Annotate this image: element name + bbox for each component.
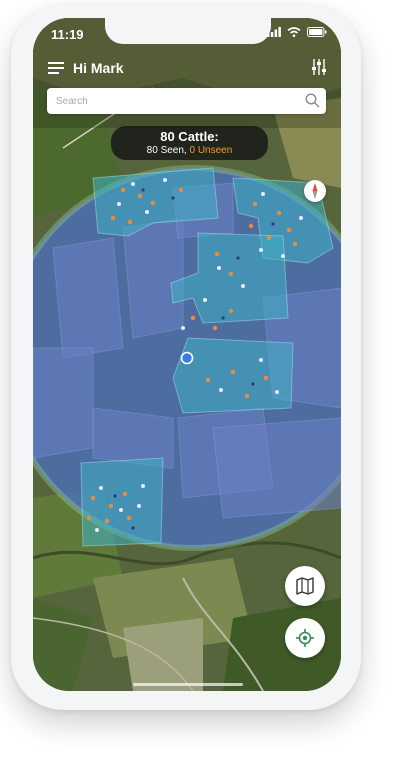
search-input[interactable] [47, 88, 296, 114]
locate-icon [296, 629, 314, 647]
map-layers-button[interactable] [285, 566, 325, 606]
map-icon [296, 577, 314, 595]
current-location-dot [180, 351, 194, 365]
cattle-summary: 80 Cattle: 80 Seen, 0 Unseen [111, 126, 268, 160]
device-notch [105, 18, 271, 44]
app-screen: 11:19 Hi Mark Search 80 Cattle: 80 Seen,… [33, 18, 341, 691]
search-icon[interactable] [305, 93, 320, 108]
cattle-status: 80 Seen, 0 Unseen [111, 145, 268, 156]
battery-icon [307, 27, 327, 37]
cattle-count: 80 Cattle: [160, 129, 219, 144]
signal-icon [267, 27, 281, 37]
home-indicator[interactable] [133, 683, 243, 686]
status-icons [267, 27, 327, 37]
compass-button[interactable] [304, 180, 326, 202]
menu-icon[interactable] [48, 62, 64, 74]
wifi-icon [287, 27, 301, 37]
search-bar[interactable] [47, 88, 326, 114]
greeting: Hi Mark [73, 60, 124, 76]
seen-count: 80 Seen, [146, 145, 187, 156]
status-time: 11:19 [51, 27, 84, 42]
compass-icon [312, 183, 318, 199]
field-central [172, 337, 294, 414]
unseen-count: 0 Unseen [189, 145, 233, 156]
filter-sliders-icon[interactable] [311, 58, 327, 76]
field-southwest [80, 457, 164, 547]
locate-button[interactable] [285, 618, 325, 658]
app-header: Hi Mark [33, 52, 341, 86]
